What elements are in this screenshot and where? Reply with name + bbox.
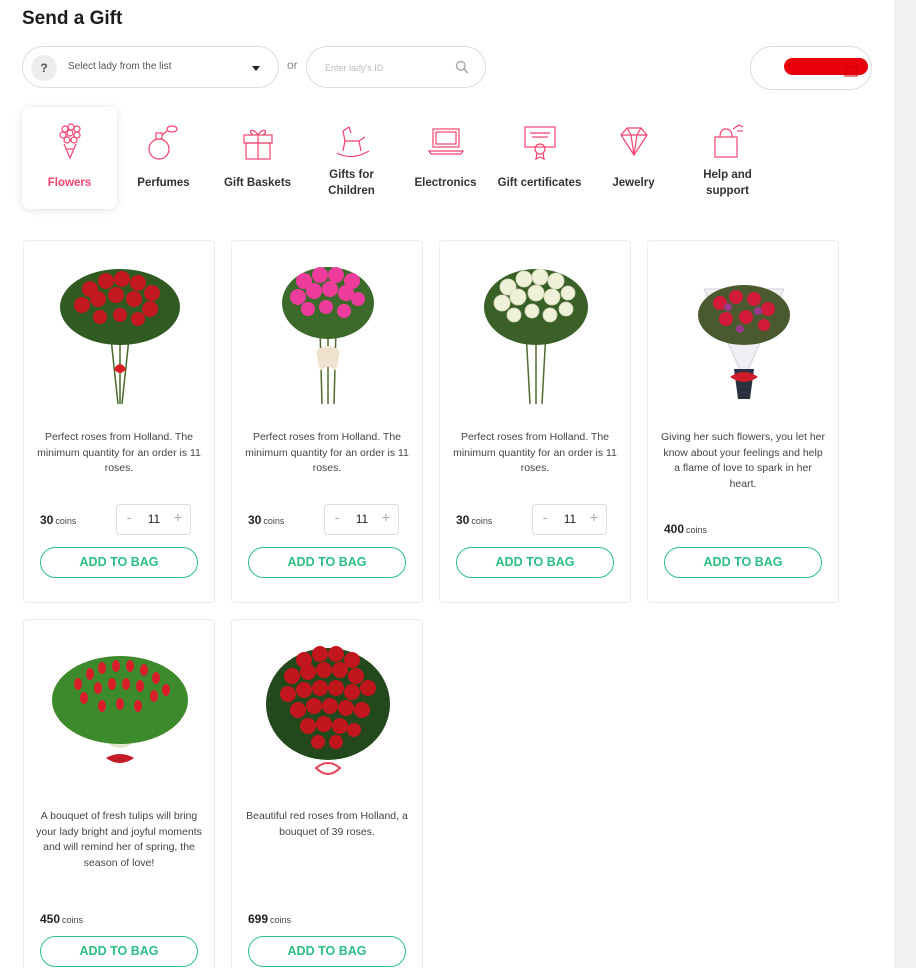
right-gutter (894, 0, 916, 968)
price-value: 450 (40, 912, 61, 926)
price-unit: coins (471, 516, 493, 526)
quantity-value[interactable]: 11 (551, 512, 589, 526)
tab-flowers[interactable]: Flowers (22, 107, 117, 209)
product-price: 30 coins (456, 513, 492, 527)
perfume-bottle-icon (148, 125, 178, 160)
tab-label-text: Gifts for Children (328, 169, 375, 197)
add-to-bag-button[interactable]: ADD TO BAG (40, 547, 198, 578)
product-price: 450 coins (40, 912, 83, 926)
price-unit: coins (55, 516, 77, 526)
lady-id-search[interactable] (306, 46, 486, 88)
tab-gifts-for-children[interactable]: Gifts for Children (304, 107, 399, 209)
increase-button[interactable]: + (585, 509, 603, 525)
product-card: Perfect roses from Holland. The minimum … (439, 240, 631, 603)
tab-label: Flowers (47, 177, 92, 189)
tab-label: Perfumes (137, 177, 190, 189)
add-to-bag-button[interactable]: ADD TO BAG (248, 936, 406, 967)
quantity-value[interactable]: 11 (135, 512, 173, 526)
product-price: 699 coins (248, 912, 291, 926)
page-title: Send a Gift (22, 8, 123, 29)
tab-label: Gift Baskets (223, 177, 292, 189)
tab-label: Jewelry (612, 177, 655, 189)
cart-bag-icon (844, 66, 858, 77)
certificate-icon (524, 126, 556, 161)
product-price: 30 coins (248, 513, 284, 527)
product-description: Perfect roses from Holland. The minimum … (245, 431, 409, 474)
tab-jewelry[interactable]: Jewelry (586, 107, 681, 209)
tab-electronics[interactable]: Electronics (398, 107, 493, 209)
lady-select-placeholder: Select lady from the list (68, 61, 172, 72)
product-description: A bouquet of fresh tulips will bring you… (36, 810, 202, 869)
red-roses-bouquet-image (60, 269, 180, 405)
39-red-roses-bouquet-image (266, 646, 390, 775)
page: Send a Gift ? Select lady from the list … (0, 0, 894, 968)
or-separator: or (287, 58, 298, 72)
product-description: Beautiful red roses from Holland, a bouq… (246, 810, 408, 838)
product-card: A bouquet of fresh tulips will bring you… (23, 619, 215, 968)
price-unit: coins (686, 525, 708, 535)
help-icon: ? (31, 55, 57, 81)
rocking-horse-icon (336, 126, 370, 158)
tab-help-and-support[interactable]: Help and support (680, 107, 775, 209)
price-unit: coins (270, 915, 292, 925)
tab-label: Gift certificates (497, 177, 582, 189)
tab-gift-certificates[interactable]: Gift certificates (492, 107, 587, 209)
pink-roses-bouquet-image (282, 267, 374, 405)
add-to-bag-button[interactable]: ADD TO BAG (456, 547, 614, 578)
lady-select[interactable]: ? Select lady from the list (22, 46, 279, 88)
white-roses-bouquet-image (484, 268, 588, 405)
red-tulips-bouquet-image (52, 656, 188, 763)
tab-perfumes[interactable]: Perfumes (116, 107, 211, 209)
tab-label: Gifts for Children (304, 167, 399, 199)
price-value: 30 (456, 513, 470, 527)
product-card: Perfect roses from Holland. The minimum … (23, 240, 215, 603)
product-description: Perfect roses from Holland. The minimum … (453, 431, 617, 474)
tab-gift-baskets[interactable]: Gift Baskets (210, 107, 305, 209)
quantity-stepper: - 11 + (116, 504, 191, 535)
mixed-bouquet-image (698, 285, 790, 399)
diamond-icon (620, 127, 648, 157)
cart-button[interactable] (750, 46, 872, 90)
add-to-bag-button[interactable]: ADD TO BAG (664, 547, 822, 578)
search-icon[interactable] (455, 60, 469, 74)
add-to-bag-button[interactable]: ADD TO BAG (248, 547, 406, 578)
laptop-icon (427, 128, 465, 155)
product-description: Giving her such flowers, you let her kno… (661, 431, 825, 490)
product-price: 400 coins (664, 522, 707, 536)
lady-id-input[interactable] (325, 60, 445, 76)
tab-label: Electronics (414, 177, 477, 189)
quantity-value[interactable]: 11 (343, 512, 381, 526)
product-price: 30 coins (40, 513, 76, 527)
shopping-bag-icon (714, 124, 744, 158)
product-card: Giving her such flowers, you let her kno… (647, 240, 839, 603)
tab-label: Help and support (680, 167, 775, 199)
product-description: Perfect roses from Holland. The minimum … (37, 431, 201, 474)
price-value: 30 (248, 513, 262, 527)
price-unit: coins (62, 915, 84, 925)
price-value: 699 (248, 912, 269, 926)
tab-label-text: Help and support (703, 169, 752, 197)
price-unit: coins (263, 516, 285, 526)
gift-box-icon (243, 129, 273, 160)
quantity-stepper: - 11 + (532, 504, 607, 535)
quantity-stepper: - 11 + (324, 504, 399, 535)
price-value: 30 (40, 513, 54, 527)
increase-button[interactable]: + (169, 509, 187, 525)
product-card: Beautiful red roses from Holland, a bouq… (231, 619, 423, 968)
category-tabs: Flowers Perfumes Gift Baskets Gifts for … (22, 107, 782, 209)
product-card: Perfect roses from Holland. The minimum … (231, 240, 423, 603)
bouquet-icon (59, 123, 81, 160)
price-value: 400 (664, 522, 685, 536)
caret-down-icon (252, 66, 260, 71)
add-to-bag-button[interactable]: ADD TO BAG (40, 936, 198, 967)
increase-button[interactable]: + (377, 509, 395, 525)
